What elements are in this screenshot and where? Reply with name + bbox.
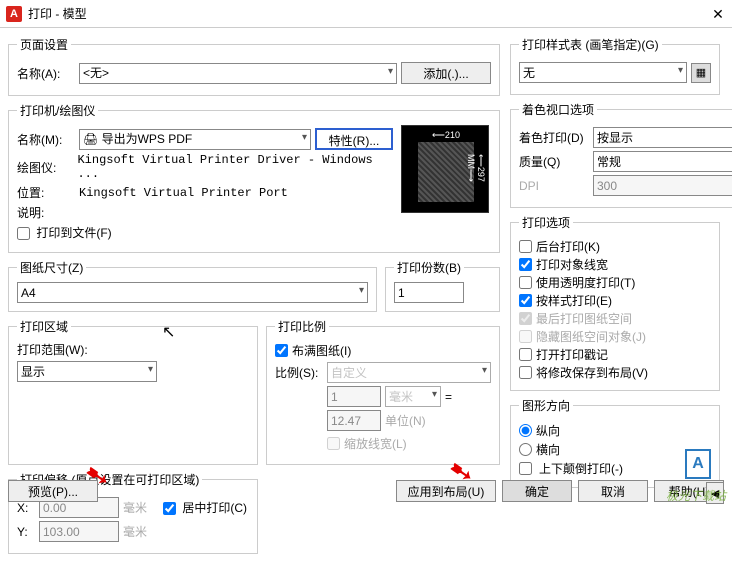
offset-y-input [39,521,119,542]
landscape-radio[interactable]: 横向 [519,441,711,458]
style-table-legend: 打印样式表 (画笔指定)(G) [519,36,662,53]
plot-option-check[interactable]: 使用透明度打印(T) [519,274,711,291]
offset-y-label: Y: [17,525,35,539]
scale-lineweights-check: 缩放线宽(L) [327,435,407,452]
plot-option-check: 最后打印图纸空间 [519,310,711,327]
printer-group: 打印机/绘图仪 名称(M): 🖨 导出为WPS PDF 特性(R)... 绘图仪… [8,102,500,253]
shade-plot-label: 着色打印(D) [519,129,589,146]
printer-legend: 打印机/绘图仪 [17,102,98,119]
plot-options-legend: 打印选项 [519,214,573,231]
scale-unit1-select: 毫米 [385,386,441,407]
pagesetup-name-label: 名称(A): [17,65,75,82]
plot-option-check[interactable]: 打开打印戳记 [519,346,711,363]
cancel-button[interactable]: 取消 [578,480,648,502]
plot-option-check[interactable]: 按样式打印(E) [519,292,711,309]
printer-name-label: 名称(M): [17,131,75,148]
properties-button[interactable]: 特性(R)... [315,128,393,150]
paper-size-select[interactable]: A4 [17,282,368,303]
paper-preview: ⟵210 MM⟶ ⟵297 MM⟶ [401,125,489,213]
equals-label: = [445,390,452,404]
plot-option-check: 隐藏图纸空间对象(J) [519,328,711,345]
style-table-group: 打印样式表 (画笔指定)(G) 无 ▦ [510,36,720,95]
dpi-label: DPI [519,179,589,193]
plot-option-check[interactable]: 将修改保存到布局(V) [519,364,711,381]
orientation-icon: A [685,449,711,479]
quality-select[interactable]: 常规 [593,151,732,172]
plot-options-group: 打印选项 后台打印(K)打印对象线宽使用透明度打印(T)按样式打印(E)最后打印… [510,214,720,391]
print-range-select[interactable]: 显示 [17,361,157,382]
upside-down-check[interactable]: 上下颠倒打印(-) [519,460,711,477]
shaded-legend: 着色视口选项 [519,101,597,118]
expand-button[interactable]: ◀ [706,482,724,504]
plot-option-check[interactable]: 打印对象线宽 [519,256,711,273]
shade-plot-select[interactable]: 按显示 [593,127,732,148]
preview-height-label: ⟵297 MM⟶ [466,154,486,212]
shaded-group: 着色视口选项 着色打印(D)按显示 质量(Q)常规 DPI [510,101,732,208]
plotter-label: 绘图仪: [17,159,73,176]
location-value: Kingsoft Virtual Printer Port [79,186,288,200]
preview-button[interactable]: 预览(P)... [8,480,98,502]
portrait-radio[interactable]: 纵向 [519,422,711,439]
orientation-legend: 图形方向 [519,397,573,414]
apply-layout-button[interactable]: 应用到布局(U) [396,480,496,502]
scale-den-input [327,410,381,431]
paper-size-group: 图纸尺寸(Z) A4 [8,259,377,312]
ok-button[interactable]: 确定 [502,480,572,502]
close-icon[interactable]: ✕ [710,6,726,22]
print-range-label: 打印范围(W): [17,341,249,358]
orientation-group: 图形方向 纵向 横向 上下颠倒打印(-) A [510,397,720,488]
plot-option-check[interactable]: 后台打印(K) [519,238,711,255]
desc-label: 说明: [17,204,75,221]
dpi-input [593,175,732,196]
quality-label: 质量(Q) [519,153,589,170]
scale-ratio-label: 比例(S): [275,364,323,381]
page-setup-legend: 页面设置 [17,36,71,53]
print-to-file-check[interactable]: 打印到文件(F) [17,224,112,241]
offset-y-unit: 毫米 [123,523,147,540]
scale-legend: 打印比例 [275,318,329,335]
scale-num-input [327,386,381,407]
page-setup-group: 页面设置 名称(A): <无> 添加(.)... [8,36,500,96]
app-logo: A [6,6,22,22]
location-label: 位置: [17,184,75,201]
print-area-group: 打印区域 打印范围(W): 显示 [8,318,258,465]
copies-legend: 打印份数(B) [394,259,464,276]
pagesetup-name-select[interactable]: <无> [79,63,397,84]
scale-unit2-label: 单位(N) [385,412,426,429]
plotter-value: Kingsoft Virtual Printer Driver - Window… [77,153,393,181]
copies-group: 打印份数(B) [385,259,500,312]
add-button[interactable]: 添加(.)... [401,62,491,84]
paper-size-legend: 图纸尺寸(Z) [17,259,86,276]
window-title: 打印 - 模型 [28,5,710,22]
scale-group: 打印比例 布满图纸(I) 比例(S): 自定义 毫米 = 单位(N) [266,318,500,465]
style-edit-icon[interactable]: ▦ [691,63,711,83]
print-area-legend: 打印区域 [17,318,71,335]
printer-name-select[interactable]: 🖨 导出为WPS PDF [79,129,311,150]
copies-input[interactable] [394,282,464,303]
style-table-select[interactable]: 无 [519,62,687,83]
scale-select: 自定义 [327,362,491,383]
fit-to-paper-check[interactable]: 布满图纸(I) [275,342,491,359]
